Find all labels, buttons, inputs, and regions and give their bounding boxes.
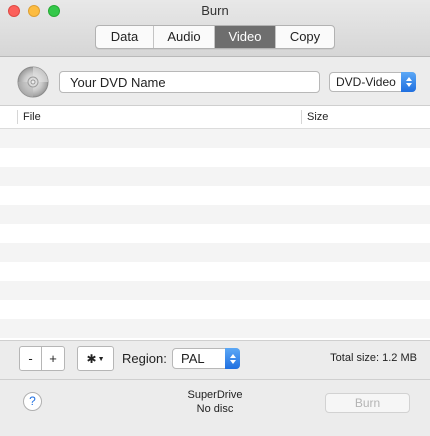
empty-row (0, 300, 430, 319)
empty-row (0, 281, 430, 300)
disc-format-value: DVD-Video (336, 75, 396, 89)
file-list[interactable]: File Size (0, 105, 430, 341)
empty-row (0, 319, 430, 338)
select-stepper-icon (401, 72, 416, 92)
region-label: Region: (122, 351, 167, 366)
empty-row (0, 167, 430, 186)
window-title: Burn (201, 3, 229, 18)
gear-icon: ✱ (86, 352, 97, 366)
disc-format-select[interactable]: DVD-Video (329, 72, 416, 92)
column-header-file[interactable]: File (23, 111, 41, 123)
empty-row (0, 243, 430, 262)
select-stepper-icon (225, 348, 240, 369)
column-header-size[interactable]: Size (307, 111, 328, 123)
add-item-button[interactable]: + (41, 346, 65, 371)
total-size-label: Total size: 1.2 MB (330, 352, 417, 364)
disc-name-field[interactable] (59, 71, 320, 93)
remove-item-button[interactable]: - (19, 346, 42, 371)
bottom-toolbar: - + ✱▼ Region: PAL Total size: 1.2 MB (0, 340, 430, 378)
tab-copy[interactable]: Copy (276, 26, 334, 48)
tab-audio[interactable]: Audio (154, 26, 215, 48)
dvd-disc-icon (17, 66, 49, 98)
mode-tabs: Data Audio Video Copy (95, 25, 335, 49)
action-menu-button[interactable]: ✱▼ (77, 346, 114, 371)
title-bar: Burn Data Audio Video Copy (0, 0, 430, 57)
tab-data[interactable]: Data (96, 26, 154, 48)
burn-button[interactable]: Burn (325, 393, 410, 413)
divider (0, 379, 430, 380)
empty-row (0, 205, 430, 224)
empty-row (0, 262, 430, 281)
empty-row (0, 186, 430, 205)
region-value: PAL (181, 351, 205, 366)
region-select[interactable]: PAL (172, 348, 240, 369)
burn-window: Burn Data Audio Video Copy DVD-Video (0, 0, 430, 436)
empty-row (0, 148, 430, 167)
file-list-header: File Size (0, 106, 430, 129)
file-list-rows (0, 129, 430, 340)
empty-row (0, 224, 430, 243)
tab-video[interactable]: Video (215, 26, 276, 48)
empty-row (0, 129, 430, 148)
chevron-down-icon: ▼ (97, 356, 105, 364)
